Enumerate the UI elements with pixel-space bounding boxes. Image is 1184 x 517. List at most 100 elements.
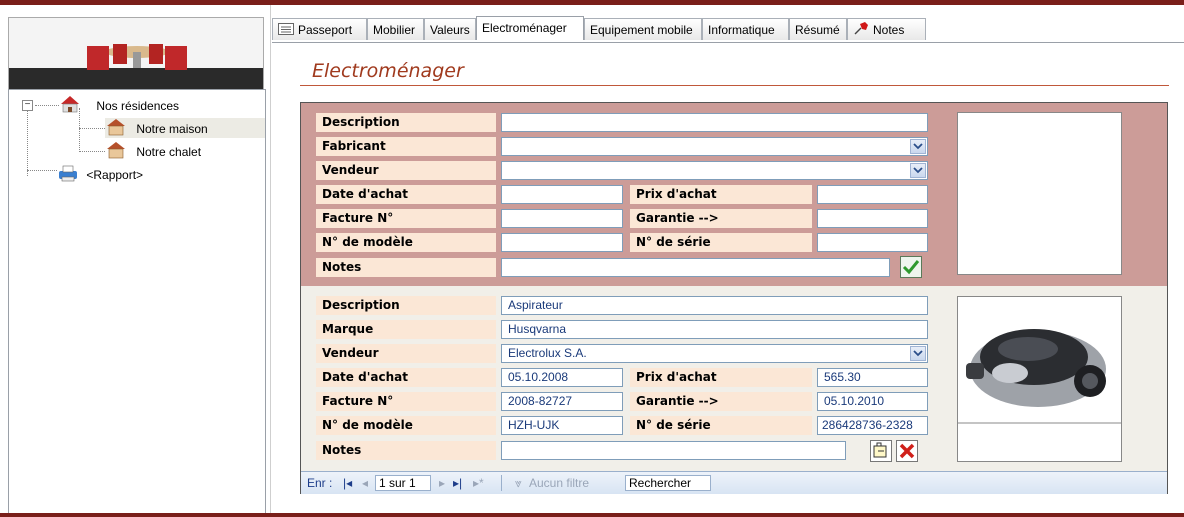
house-icon (105, 118, 127, 142)
chevron-down-icon[interactable] (910, 139, 926, 154)
label-facture: Facture N° (316, 392, 496, 411)
tree-line (35, 105, 59, 106)
delete-icon (897, 443, 917, 464)
label-facture: Facture N° (316, 209, 496, 228)
new-serie-input[interactable] (817, 233, 928, 252)
new-photo-placeholder[interactable] (957, 112, 1122, 275)
house-group-icon (59, 95, 81, 119)
previous-record-icon[interactable]: ◂ (362, 472, 368, 494)
label-garantie: Garantie --> (630, 209, 812, 228)
item-photo[interactable] (957, 296, 1122, 462)
new-notes-input[interactable] (501, 258, 890, 277)
search-input[interactable]: Rechercher (625, 475, 711, 491)
left-panel: − Nos résidences Notre maison Notre chal… (0, 5, 271, 517)
label-date-achat: Date d'achat (316, 185, 496, 204)
tree-item-label: <Rapport> (86, 168, 144, 183)
label-vendeur: Vendeur (316, 344, 496, 363)
date-achat-input[interactable]: 05.10.2008 (501, 368, 623, 387)
tree-line (79, 128, 105, 129)
new-record-icon[interactable]: ▸* (473, 472, 484, 494)
description-input[interactable]: Aspirateur (501, 296, 928, 315)
delete-record-button[interactable] (896, 440, 918, 462)
record-navigation-bar: Enr : |◂ ◂ 1 sur 1 ▸ ▸| ▸* ⩔ Aucun filtr… (301, 471, 1167, 494)
label-serie: N° de série (630, 416, 812, 435)
garantie-input[interactable]: 05.10.2010 (817, 392, 928, 411)
label-description: Description (316, 296, 496, 315)
label-serie: N° de série (630, 233, 812, 252)
new-description-input[interactable] (501, 113, 928, 132)
tree-line (27, 170, 57, 171)
tab-equipement-mobile[interactable]: Equipement mobile (584, 18, 702, 40)
first-record-icon[interactable]: |◂ (343, 472, 352, 494)
tab-label: Passeport (298, 23, 353, 37)
tab-label: Equipement mobile (590, 23, 693, 37)
serie-input[interactable]: 286428736-2328 (817, 416, 928, 435)
list-icon (278, 20, 294, 42)
filter-status[interactable]: Aucun filtre (529, 472, 589, 494)
new-fabricant-combo[interactable] (501, 137, 928, 156)
record-position-input[interactable]: 1 sur 1 (375, 475, 431, 491)
tab-label: Informatique (708, 23, 775, 37)
vacuum-cleaner-image (958, 297, 1121, 424)
tab-passeport[interactable]: Passeport (272, 18, 367, 40)
residence-tree: − Nos résidences Notre maison Notre chal… (8, 89, 266, 517)
tab-informatique[interactable]: Informatique (702, 18, 789, 40)
window-bottom-band (0, 513, 1184, 517)
tab-label: Electroménager (482, 21, 567, 35)
vendeur-value: Electrolux S.A. (508, 346, 587, 360)
tab-mobilier[interactable]: Mobilier (367, 18, 424, 40)
tree-item-notre-maison[interactable]: Notre maison (105, 118, 265, 138)
label-description: Description (316, 113, 496, 132)
next-record-icon[interactable]: ▸ (439, 472, 445, 494)
record-label: Enr : (307, 476, 333, 490)
pushpin-icon (853, 20, 869, 42)
tab-resume[interactable]: Résumé (789, 18, 847, 40)
tab-label: Mobilier (373, 23, 416, 37)
tab-valeurs[interactable]: Valeurs (424, 18, 476, 40)
label-notes: Notes (316, 258, 496, 277)
label-garantie: Garantie --> (630, 392, 812, 411)
new-vendeur-combo[interactable] (501, 161, 928, 180)
printer-icon (57, 164, 79, 188)
tree-item-notre-chalet[interactable]: Notre chalet (105, 141, 201, 161)
new-modele-input[interactable] (501, 233, 623, 252)
page-title: Electroménager (312, 60, 464, 82)
banner-image (8, 17, 264, 93)
tree-item-label: Notre maison (136, 122, 208, 137)
new-garantie-input[interactable] (817, 209, 928, 228)
collapse-toggle[interactable]: − (22, 100, 33, 111)
marque-input[interactable]: Husqvarna (501, 320, 928, 339)
label-notes: Notes (316, 441, 496, 460)
tab-label: Notes (873, 23, 905, 37)
separator (501, 475, 502, 491)
tab-label: Résumé (795, 23, 840, 37)
filter-icon: ⩔ (515, 476, 522, 490)
label-fabricant: Fabricant (316, 137, 496, 156)
new-prix-achat-input[interactable] (817, 185, 928, 204)
edit-record-button[interactable] (870, 440, 892, 462)
new-date-achat-input[interactable] (501, 185, 623, 204)
save-record-button[interactable] (900, 256, 922, 278)
label-vendeur: Vendeur (316, 161, 496, 180)
label-date-achat: Date d'achat (316, 368, 496, 387)
tab-electromenager[interactable]: Electroménager (476, 16, 584, 40)
label-modele: N° de modèle (316, 416, 496, 435)
prix-achat-input[interactable]: 565.30 (817, 368, 928, 387)
new-facture-input[interactable] (501, 209, 623, 228)
house-icon (105, 141, 127, 165)
vendeur-combo[interactable]: Electrolux S.A. (501, 344, 928, 363)
notes-input[interactable] (501, 441, 846, 460)
facture-input[interactable]: 2008-82727 (501, 392, 623, 411)
tab-notes[interactable]: Notes (847, 18, 926, 40)
chevron-down-icon[interactable] (910, 163, 926, 178)
edit-icon (871, 442, 891, 464)
modele-input[interactable]: HZH-UJK (501, 416, 623, 435)
tree-line (79, 151, 105, 152)
label-marque: Marque (316, 320, 496, 339)
last-record-icon[interactable]: ▸| (453, 472, 462, 494)
tree-line (27, 108, 28, 176)
tree-item-label: Nos résidences (96, 99, 180, 114)
chevron-down-icon[interactable] (910, 346, 926, 361)
tree-item-rapport[interactable]: <Rapport> (57, 164, 143, 184)
tree-item-residences[interactable]: Nos résidences (59, 95, 179, 115)
